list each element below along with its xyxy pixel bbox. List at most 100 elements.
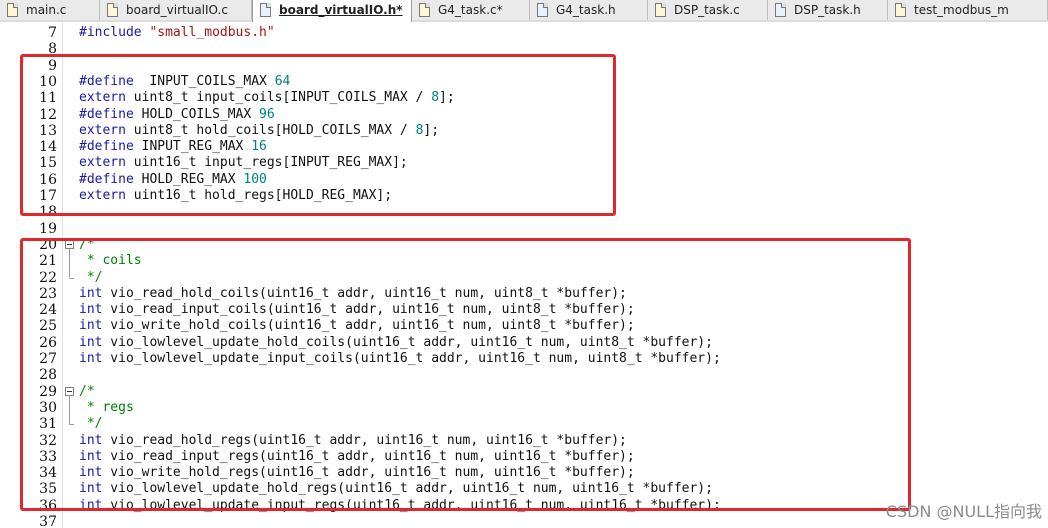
code-line[interactable]: 23 int vio_read_hold_coils(uint16_t addr,… bbox=[0, 286, 1048, 302]
code-token: int bbox=[79, 334, 103, 350]
tab-board-virtualio-h[interactable]: board_virtualIO.h* bbox=[252, 0, 412, 22]
code-line[interactable]: 29 /* bbox=[0, 384, 1048, 400]
fold-end-mark bbox=[69, 277, 74, 279]
tab-board-virtualio-c[interactable]: board_virtualIO.c bbox=[100, 0, 252, 20]
code-line[interactable]: 33 int vio_read_input_regs(uint16_t addr,… bbox=[0, 449, 1048, 465]
code-line[interactable]: 11 extern uint8_t input_coils[INPUT_COILS… bbox=[0, 90, 1048, 106]
line-number: 20 bbox=[39, 236, 57, 253]
code-line[interactable]: 31 */ bbox=[0, 416, 1048, 432]
tab-dsp-task-c[interactable]: DSP_task.c bbox=[648, 0, 768, 20]
code-token: * coils bbox=[79, 253, 142, 269]
file-icon bbox=[655, 3, 666, 17]
code-text: int vio_read_input_coils(uint16_t addr, … bbox=[79, 302, 635, 318]
code-text: int vio_read_hold_coils(uint16_t addr, u… bbox=[79, 286, 627, 302]
code-editor[interactable]: 7 #include "small_modbus.h" 8 9 10 #define IN… bbox=[0, 22, 1048, 528]
code-text: int vio_read_input_regs(uint16_t addr, u… bbox=[79, 449, 635, 465]
code-text: #include "small_modbus.h" bbox=[79, 25, 275, 41]
code-token: extern bbox=[79, 188, 126, 203]
line-number: 19 bbox=[39, 220, 57, 237]
tab-label: DSP_task.h bbox=[794, 3, 861, 17]
code-line[interactable]: 18 bbox=[0, 204, 1048, 220]
watermark: CSDN @NULL指向我 bbox=[885, 502, 1042, 521]
code-text: int vio_write_hold_coils(uint16_t addr, … bbox=[79, 318, 635, 334]
line-number: 34 bbox=[39, 465, 57, 482]
code-line[interactable]: 15 extern uint16_t input_regs[INPUT_REG_M… bbox=[0, 155, 1048, 171]
tab-main-c[interactable]: main.c bbox=[0, 0, 100, 20]
code-token: int bbox=[79, 432, 103, 448]
code-token: ]; bbox=[423, 122, 440, 138]
line-number: 24 bbox=[39, 302, 57, 319]
tab-dsp-task-h[interactable]: DSP_task.h bbox=[768, 0, 888, 20]
code-line[interactable]: 13 extern uint8_t hold_coils[HOLD_COILS_M… bbox=[0, 123, 1048, 139]
code-token: */ bbox=[79, 269, 103, 285]
code-token: HOLD_REG_MAX bbox=[133, 171, 244, 187]
code-text: /* bbox=[79, 384, 95, 400]
code-token: INPUT_COILS_MAX bbox=[133, 73, 275, 89]
code-line[interactable]: 22 */ bbox=[0, 270, 1048, 286]
code-token: vio_write_hold_coils(uint16_t addr, uint… bbox=[102, 318, 635, 334]
line-number: 35 bbox=[39, 481, 57, 498]
code-token: int bbox=[79, 481, 103, 497]
line-number: 18 bbox=[39, 204, 57, 221]
code-line[interactable]: 8 bbox=[0, 41, 1048, 57]
file-icon bbox=[537, 3, 548, 17]
code-token: vio_write_hold_regs(uint16_t addr, uint1… bbox=[102, 465, 635, 481]
code-line[interactable]: 10 #define INPUT_COILS_MAX 64 bbox=[0, 74, 1048, 90]
code-line[interactable]: 19 bbox=[0, 221, 1048, 237]
line-number: 16 bbox=[39, 171, 57, 188]
tab-label: DSP_task.c bbox=[674, 3, 740, 17]
fold-toggle-icon[interactable] bbox=[65, 386, 74, 396]
code-line[interactable]: 35 int vio_lowlevel_update_hold_regs(uint… bbox=[0, 481, 1048, 497]
line-number: 25 bbox=[39, 318, 57, 335]
code-line[interactable]: 25 int vio_write_hold_coils(uint16_t addr… bbox=[0, 318, 1048, 334]
code-token: uint8_t input_coils[INPUT_COILS_MAX / bbox=[125, 90, 432, 106]
line-number: 17 bbox=[39, 188, 57, 204]
code-line[interactable]: 20 /* bbox=[0, 237, 1048, 253]
file-icon bbox=[107, 3, 118, 17]
code-text: extern uint16_t hold_regs[HOLD_REG_MAX]; bbox=[79, 188, 392, 204]
code-line[interactable]: 24 int vio_read_input_coils(uint16_t addr… bbox=[0, 302, 1048, 318]
code-line[interactable]: 9 bbox=[0, 58, 1048, 74]
code-line[interactable]: 26 int vio_lowlevel_update_hold_coils(uin… bbox=[0, 335, 1048, 351]
code-token: int bbox=[79, 285, 103, 301]
code-token: 16 bbox=[251, 139, 267, 155]
code-line[interactable]: 17 extern uint16_t hold_regs[HOLD_REG_MAX… bbox=[0, 188, 1048, 204]
code-line[interactable]: 16 #define HOLD_REG_MAX 100 bbox=[0, 172, 1048, 188]
code-line[interactable]: 27 int vio_lowlevel_update_input_coils(ui… bbox=[0, 351, 1048, 367]
code-line[interactable]: 7 #include "small_modbus.h" bbox=[0, 25, 1048, 41]
line-number: 11 bbox=[39, 90, 57, 107]
line-number: 28 bbox=[39, 367, 57, 384]
code-line[interactable]: 21 * coils bbox=[0, 253, 1048, 269]
code-token: int bbox=[79, 318, 103, 334]
file-icon bbox=[775, 3, 786, 17]
code-line[interactable]: 12 #define HOLD_COILS_MAX 96 bbox=[0, 107, 1048, 123]
code-line[interactable]: 14 #define INPUT_REG_MAX 16 bbox=[0, 139, 1048, 155]
line-number: 30 bbox=[39, 399, 57, 416]
line-number: 13 bbox=[39, 122, 57, 139]
code-line[interactable]: 32 int vio_read_hold_regs(uint16_t addr, … bbox=[0, 433, 1048, 449]
line-number: 22 bbox=[39, 269, 57, 286]
code-line[interactable]: 28 bbox=[0, 367, 1048, 383]
line-number: 7 bbox=[48, 25, 57, 41]
line-number: 8 bbox=[48, 41, 57, 58]
code-token: "small_modbus.h" bbox=[149, 25, 275, 40]
code-token: ]; bbox=[439, 90, 455, 106]
tab-g4-task-c[interactable]: G4_task.c* bbox=[412, 0, 530, 20]
tab-label: board_virtualIO.c bbox=[126, 3, 228, 17]
line-number: 37 bbox=[39, 514, 57, 528]
tab-test-modbus-m[interactable]: test_modbus_m bbox=[888, 0, 1048, 20]
code-line[interactable]: 34 int vio_write_hold_regs(uint16_t addr,… bbox=[0, 465, 1048, 481]
code-text: int vio_lowlevel_update_hold_regs(uint16… bbox=[79, 481, 713, 497]
code-token: 64 bbox=[274, 73, 291, 89]
code-token: vio_lowlevel_update_input_regs(uint16_t … bbox=[102, 497, 721, 513]
code-token: HOLD_COILS_MAX bbox=[133, 106, 260, 122]
line-number: 9 bbox=[48, 57, 57, 74]
tab-label: main.c bbox=[26, 3, 67, 17]
fold-toggle-icon[interactable] bbox=[65, 239, 74, 249]
code-token: 96 bbox=[259, 106, 275, 122]
code-line[interactable]: 30 * regs bbox=[0, 400, 1048, 416]
code-text: * coils bbox=[79, 253, 142, 269]
code-token: extern bbox=[79, 90, 126, 106]
file-icon bbox=[895, 3, 906, 17]
tab-g4-task-h[interactable]: G4_task.h bbox=[530, 0, 648, 20]
